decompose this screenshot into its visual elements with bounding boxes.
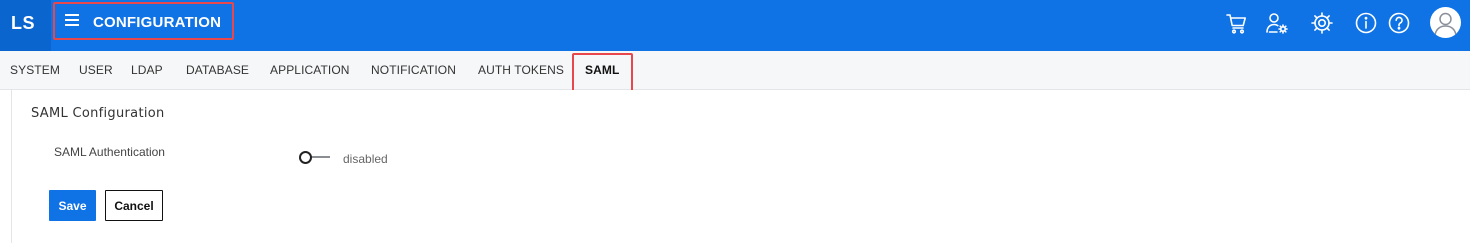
hamburger-menu-icon[interactable] xyxy=(65,14,79,28)
tab-user[interactable]: USER xyxy=(79,63,113,77)
tab-system[interactable]: SYSTEM xyxy=(10,63,60,77)
user-settings-icon[interactable] xyxy=(1265,11,1289,35)
tab-ldap[interactable]: LDAP xyxy=(131,63,163,77)
panel-title: SAML Configuration xyxy=(31,106,165,121)
app-logo-text: LS xyxy=(11,13,36,33)
tab-saml-highlight xyxy=(572,53,633,94)
save-button[interactable]: Save xyxy=(49,190,96,221)
tab-database[interactable]: DATABASE xyxy=(186,63,249,77)
saml-authentication-toggle[interactable] xyxy=(299,151,331,165)
tab-auth-tokens[interactable]: AUTH TOKENS xyxy=(478,63,564,77)
cart-icon[interactable] xyxy=(1225,11,1249,35)
toggle-state-label: disabled xyxy=(343,152,388,166)
tab-application[interactable]: APPLICATION xyxy=(270,63,350,77)
cancel-button[interactable]: Cancel xyxy=(105,190,163,221)
app-header: LS CONFIGURATION xyxy=(0,0,1470,51)
toggle-knob xyxy=(299,151,312,164)
config-tab-bar: SYSTEM USER LDAP DATABASE APPLICATION NO… xyxy=(0,51,1470,90)
tab-notification[interactable]: NOTIFICATION xyxy=(371,63,456,77)
page-title: CONFIGURATION xyxy=(93,14,222,31)
gear-icon[interactable] xyxy=(1310,11,1334,35)
saml-config-panel xyxy=(11,90,1470,243)
app-logo[interactable]: LS xyxy=(0,0,51,51)
toggle-track xyxy=(309,156,330,158)
avatar-icon[interactable] xyxy=(1430,7,1461,38)
help-icon[interactable] xyxy=(1387,11,1411,35)
info-icon[interactable] xyxy=(1354,11,1378,35)
saml-authentication-label: SAML Authentication xyxy=(54,145,165,159)
